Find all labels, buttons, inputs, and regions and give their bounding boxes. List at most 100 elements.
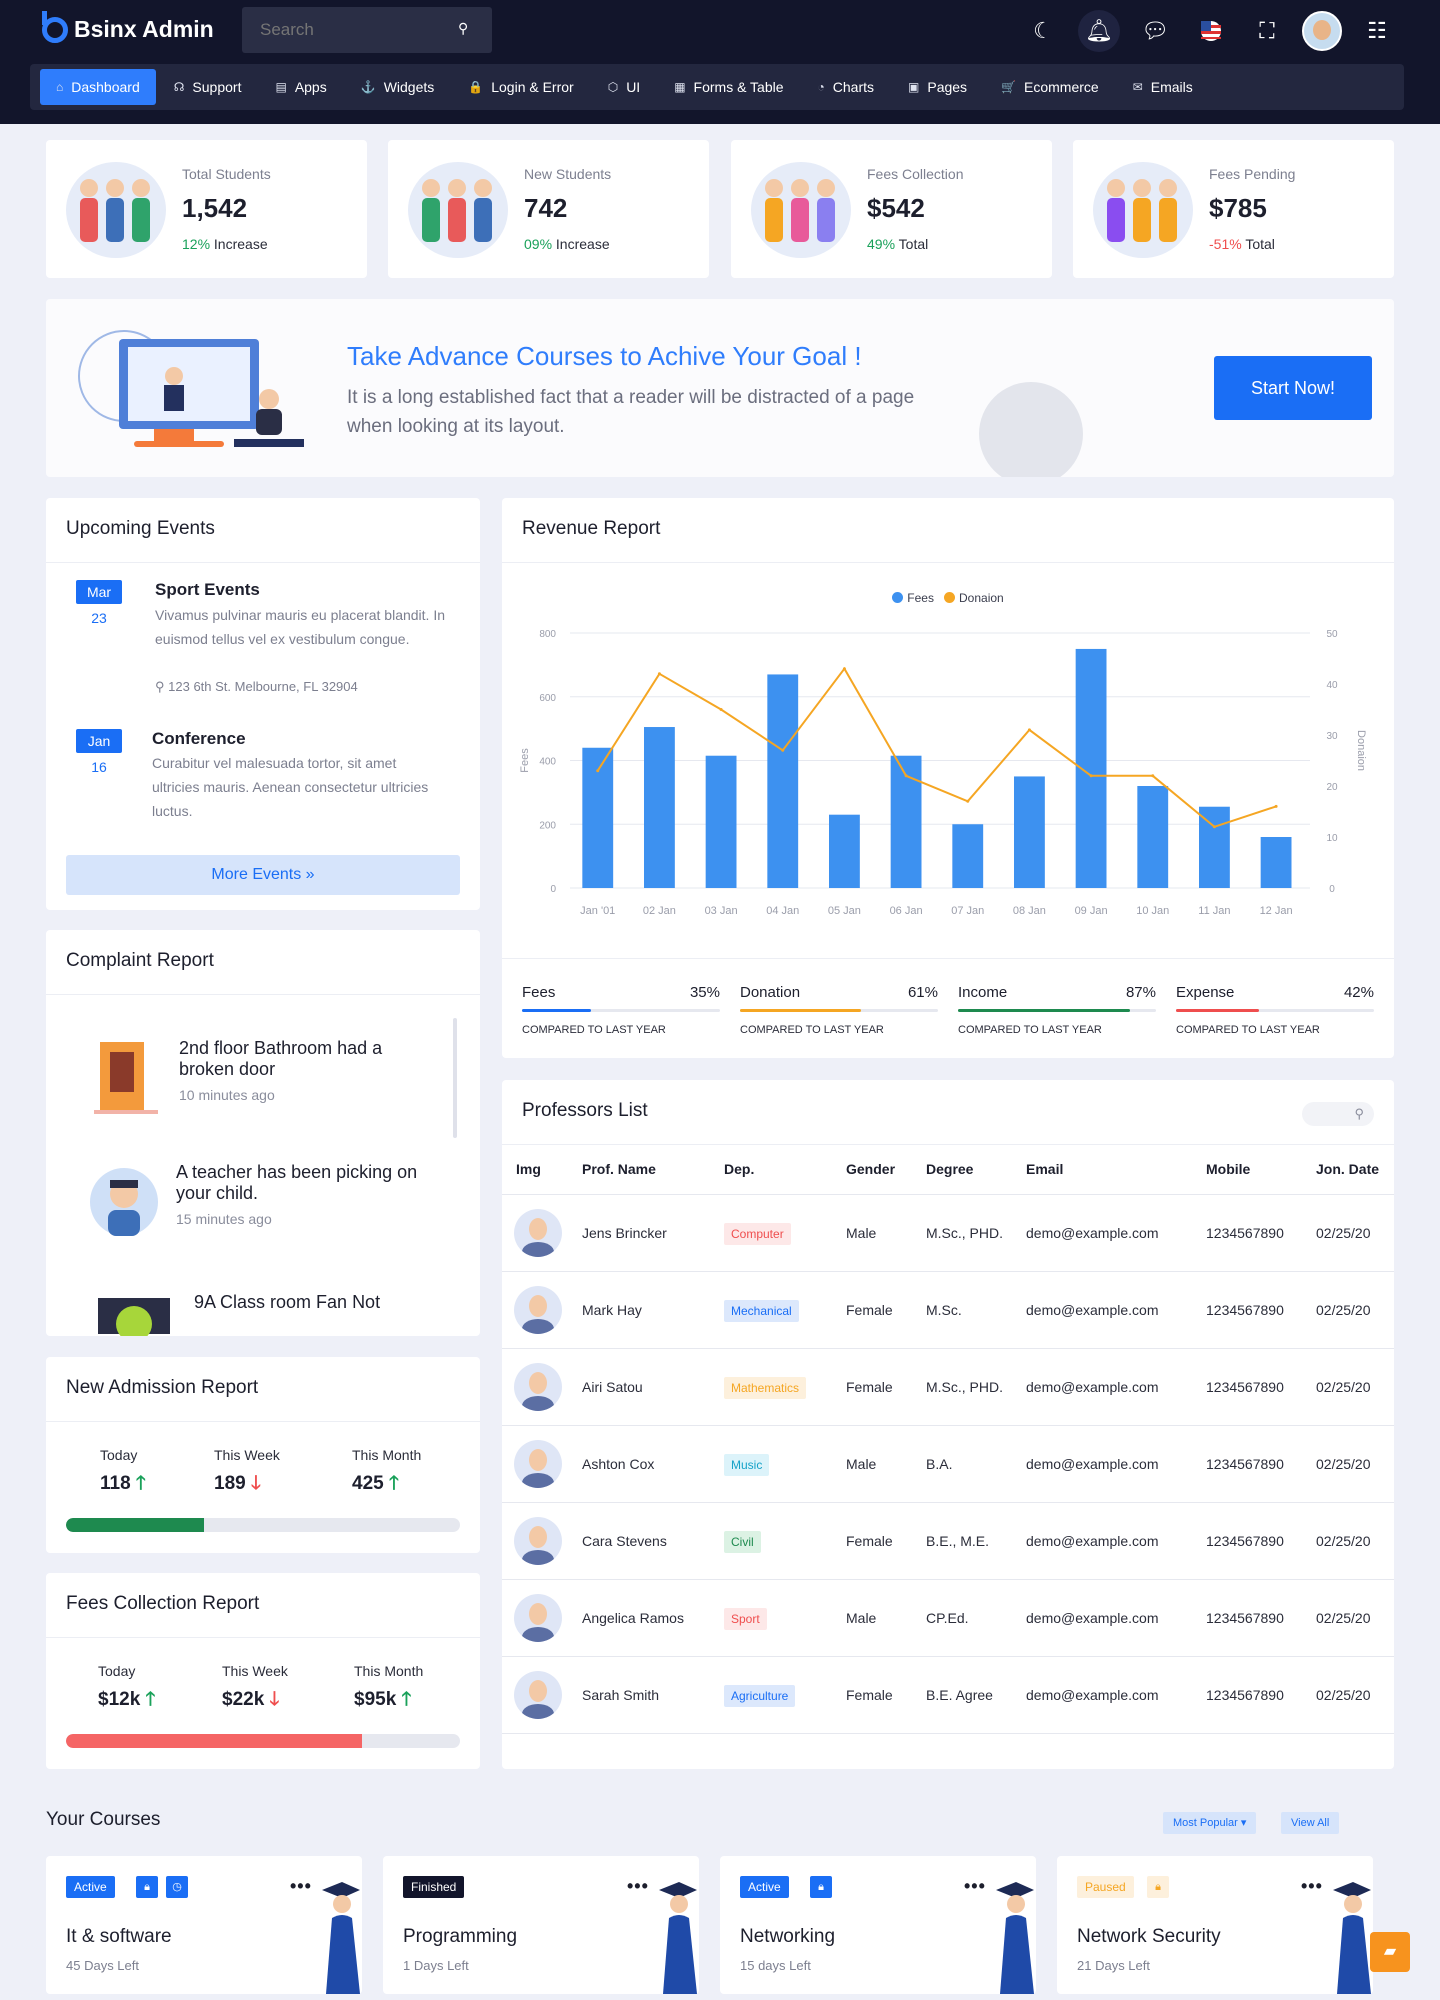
chat-fab-icon[interactable]: ▰ [1370,1932,1410,1972]
table-row[interactable]: Sarah Smith Agriculture Female B.E. Agree de… [502,1656,1394,1734]
nav-item-emails[interactable]: ✉ Emails [1117,69,1209,105]
point-donation-4[interactable] [842,667,846,671]
card-title: Upcoming Events [66,518,215,539]
start-now-button[interactable]: Start Now! [1214,356,1372,420]
professor-avatar [514,1208,562,1257]
nav-item-apps[interactable]: ▤ Apps [259,69,342,105]
stat-illustration-shapes [422,179,492,242]
complaint-title[interactable]: A teacher has been picking on your child… [176,1162,436,1204]
bar-fees-11[interactable] [1260,837,1292,888]
nav-label: Support [192,79,242,95]
course-card[interactable]: Finished ••• Programming 1 Days Left [383,1856,699,1994]
point-donation-6[interactable] [966,799,970,803]
divider [46,1421,480,1422]
column-header[interactable]: Mobile [1206,1144,1316,1195]
column-header[interactable]: Gender [846,1144,926,1195]
column-header[interactable]: Img [502,1144,582,1195]
point-donation-9[interactable] [1151,774,1155,778]
table-row[interactable]: Mark Hay Mechanical Female M.Sc. demo@exampl… [502,1271,1394,1349]
point-donation-3[interactable] [781,748,785,752]
lock-icon[interactable]: 🔒︎ [810,1876,832,1898]
course-card[interactable]: Paused 🔒︎ ••• Network Security 21 Days Left [1057,1856,1373,1994]
nav-item-charts[interactable]: ◔ Charts [802,69,890,105]
point-donation-0[interactable] [596,769,600,773]
nav-item-ecommerce[interactable]: 🛒 Ecommerce [985,69,1115,105]
more-options-icon[interactable]: ••• [1301,1876,1323,1897]
bar-fees-1[interactable] [644,727,675,888]
more-options-icon[interactable]: ••• [627,1876,649,1897]
cart-icon: 🛒 [1001,80,1017,94]
fullscreen-icon[interactable]: ⛶ [1246,10,1288,52]
nav-item-dashboard[interactable]: ⌂ Dashboard [40,69,156,105]
lock-icon[interactable]: 🔒︎ [1147,1876,1169,1898]
bar-fees-7[interactable] [1014,776,1045,888]
bar-fees-3[interactable] [767,674,799,888]
nav-item-login-error[interactable]: 🔒 Login & Error [452,69,589,105]
bar-fees-9[interactable] [1137,786,1169,888]
search-input[interactable] [242,7,492,53]
cell-dep: Sport [724,1579,846,1657]
table-row[interactable]: Ashton Cox Music Male B.A. demo@example.com 1… [502,1425,1394,1503]
view-all-button[interactable]: View All [1281,1812,1340,1834]
most-popular-dropdown[interactable]: Most Popular ▾ [1163,1812,1257,1834]
kpi-sub: COMPARED TO LAST YEAR [958,1024,1102,1036]
course-card[interactable]: Active 🔒︎ ◷ ••• It & software 45 Days Left [46,1856,362,1994]
flag-icon[interactable] [1190,10,1232,52]
nav-item-widgets[interactable]: ⚓ Widgets [345,69,451,105]
divider [46,1637,480,1638]
bar-fees-0[interactable] [582,747,614,888]
table-row[interactable]: Angelica Ramos Sport Male CP.Ed. demo@exampl… [502,1579,1394,1657]
search-icon[interactable]: ⚲ [458,20,468,37]
bar-fees-4[interactable] [829,814,860,888]
lock-icon: 🔒 [468,80,484,94]
table-row[interactable]: Jens Brincker Computer Male M.Sc., PHD. demo… [502,1194,1394,1272]
table-row[interactable]: Cara Stevens Civil Female B.E., M.E. demo@ex… [502,1502,1394,1580]
point-donation-5[interactable] [904,774,908,778]
table-search[interactable]: ⚲ [1302,1102,1374,1126]
complaint-title[interactable]: 9A Class room Fan Not [194,1292,454,1313]
point-donation-11[interactable] [1274,804,1278,808]
column-header[interactable]: Jon. Date [1316,1144,1394,1195]
point-donation-2[interactable] [719,708,723,711]
cell-date: 02/25/20 [1316,1348,1394,1426]
settings-sliders-icon[interactable]: ☷ [1356,10,1398,52]
report-col-label: Today [98,1663,136,1679]
point-donation-1[interactable] [657,672,661,676]
nav-item-forms-table[interactable]: ▦ Forms & Table [658,69,799,105]
scrollbar[interactable] [453,1018,457,1138]
moon-icon[interactable]: ☾ [1022,10,1064,52]
report-col-value: 189 🡓 [214,1469,280,1501]
avatar[interactable] [1302,11,1342,51]
point-donation-7[interactable] [1027,728,1031,732]
y-tick-label: 0 [550,884,556,895]
complaint-title[interactable]: 2nd floor Bathroom had a broken door [179,1038,439,1080]
nav-label: Emails [1150,79,1193,95]
column-header[interactable]: Dep. [724,1144,846,1195]
more-options-icon[interactable]: ••• [290,1876,312,1897]
column-header[interactable]: Prof. Name [582,1144,724,1195]
more-options-icon[interactable]: ••• [964,1876,986,1897]
clock-icon[interactable]: ◷ [166,1876,188,1898]
nav-item-ui[interactable]: ⬡ UI [592,69,656,105]
more-events-button[interactable]: More Events » [66,855,460,895]
point-donation-8[interactable] [1089,774,1093,778]
point-donation-10[interactable] [1212,825,1216,829]
column-header[interactable]: Email [1026,1144,1206,1195]
kpi-progress [958,1009,1156,1012]
bell-icon[interactable]: 🔔︎ [1078,10,1120,52]
event-title[interactable]: Sport Events [155,580,260,600]
table-row[interactable]: Airi Satou Mathematics Female M.Sc., PHD. de… [502,1348,1394,1426]
bar-fees-2[interactable] [705,755,737,888]
lock-icon[interactable]: 🔒︎ [136,1876,158,1898]
chat-icon[interactable]: 💬︎ [1134,10,1176,52]
column-header[interactable]: Degree [926,1144,1026,1195]
x-tick-label: 11 Jan [1198,905,1230,917]
course-card[interactable]: Active 🔒︎ ••• Networking 15 days Left [720,1856,1036,1994]
nav-item-pages[interactable]: ▣ Pages [892,69,983,105]
nav-item-support[interactable]: ☊ Support [158,69,258,105]
stat-percent: 49% [867,236,896,252]
event-title[interactable]: Conference [152,729,246,749]
app-logo[interactable]: Bsinx Admin [42,10,214,43]
cell-mobile: 1234567890 [1206,1348,1316,1426]
bar-fees-6[interactable] [952,824,984,888]
